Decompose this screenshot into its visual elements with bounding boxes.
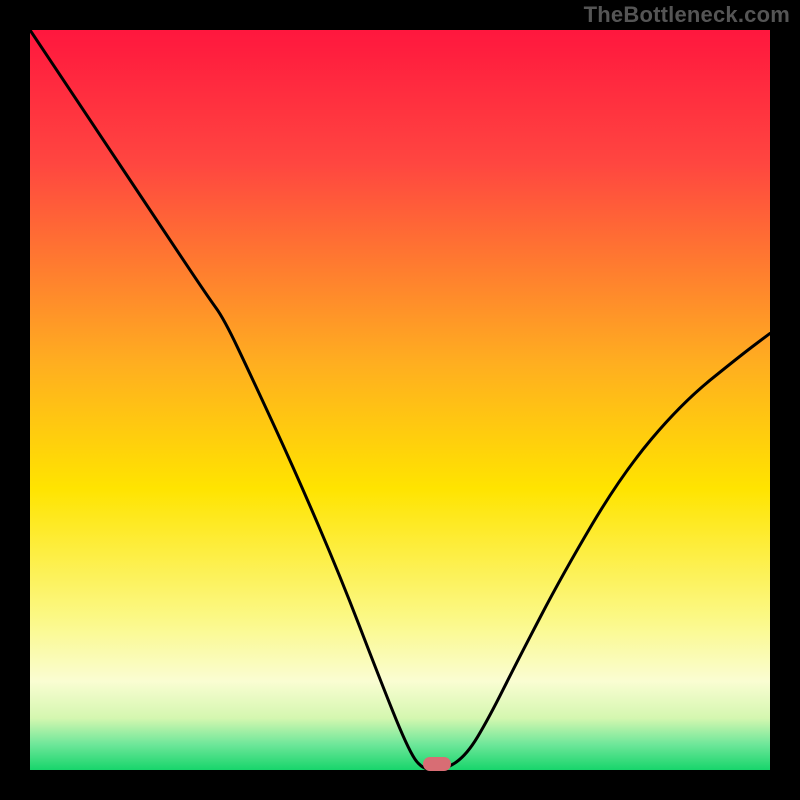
chart-frame: TheBottleneck.com <box>0 0 800 800</box>
watermark-text: TheBottleneck.com <box>584 2 790 28</box>
optimal-point-marker <box>423 757 451 771</box>
plot-area <box>30 30 770 770</box>
gradient-background <box>30 30 770 770</box>
plot-svg <box>30 30 770 770</box>
